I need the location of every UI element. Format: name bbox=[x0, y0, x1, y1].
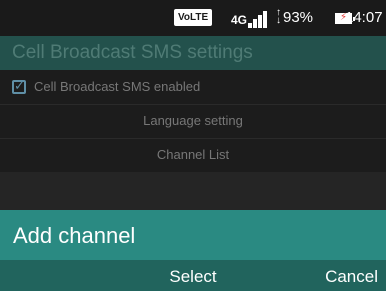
network-type: 4G bbox=[231, 13, 248, 27]
clock: 14:07 bbox=[345, 9, 383, 26]
setting-label: Language setting bbox=[143, 113, 243, 128]
list-empty-row bbox=[0, 172, 386, 210]
battery-percent: 93% bbox=[283, 9, 314, 26]
dialog-title: Add channel bbox=[13, 223, 136, 248]
setting-language[interactable]: Language setting bbox=[0, 104, 386, 139]
dialog-header: Add channel bbox=[0, 210, 386, 260]
data-activity-icon: ↑ ↓ bbox=[276, 7, 281, 26]
volte-icon: VoLTE bbox=[174, 9, 213, 26]
setting-label: Channel List bbox=[156, 147, 230, 162]
page-title: Cell Broadcast SMS settings bbox=[12, 42, 253, 63]
header: Cell Broadcast SMS settings bbox=[0, 36, 386, 70]
signal-icon bbox=[248, 10, 272, 28]
softkey-bar: Select Cancel bbox=[0, 260, 386, 291]
cancel-softkey[interactable]: Cancel bbox=[325, 267, 378, 287]
status-bar: VoLTE 4G ↑ ↓ 93% ⚡ 14:07 bbox=[0, 0, 386, 36]
setting-channel-list[interactable]: Channel List bbox=[0, 138, 386, 173]
setting-label: Cell Broadcast SMS enabled bbox=[34, 79, 201, 94]
settings-list: ✓ Cell Broadcast SMS enabled Language se… bbox=[0, 70, 386, 210]
checkbox-icon[interactable]: ✓ bbox=[12, 78, 26, 94]
setting-cell-broadcast-enabled[interactable]: ✓ Cell Broadcast SMS enabled bbox=[0, 70, 386, 105]
